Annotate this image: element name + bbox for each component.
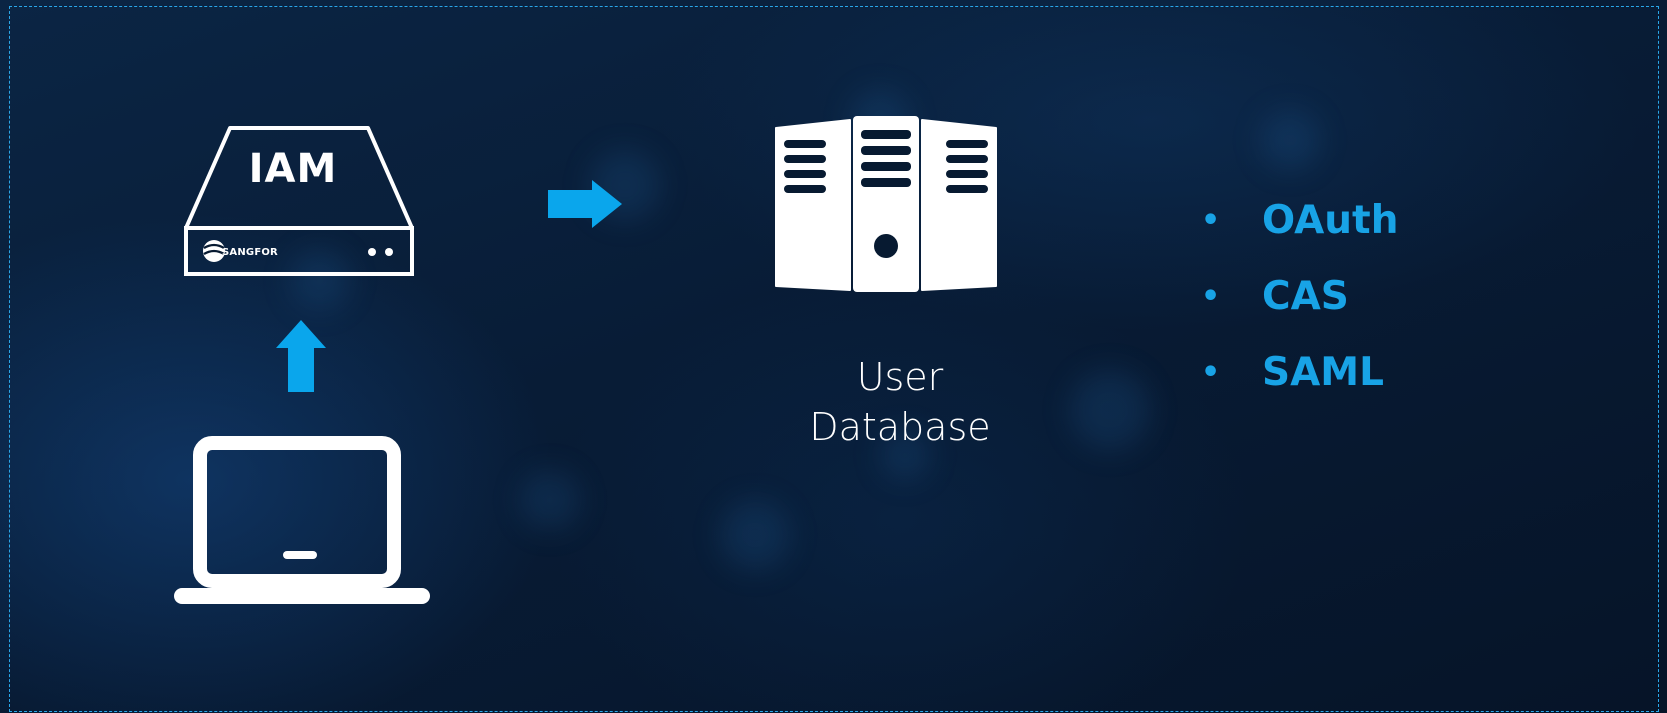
protocol-item-oauth: • OAuth (1195, 195, 1398, 271)
protocol-label: CAS (1262, 274, 1349, 319)
laptop-icon (174, 436, 430, 604)
protocol-label: OAuth (1262, 198, 1399, 243)
arrow-up-icon (276, 320, 326, 392)
background-bokeh (520, 470, 580, 530)
arrow-right-icon (548, 180, 622, 228)
bullet-icon: • (1201, 279, 1221, 314)
database-label: User Database (760, 352, 1040, 452)
status-led-icon (368, 248, 376, 256)
background-bokeh (720, 500, 790, 570)
status-led-icon (385, 248, 393, 256)
iam-label: IAM (248, 146, 338, 192)
protocol-item-cas: • CAS (1195, 271, 1398, 347)
background-bokeh (1260, 110, 1320, 170)
database-label-line2: Database (809, 405, 991, 449)
protocol-label: SAML (1262, 350, 1384, 395)
database-label-line1: User (856, 355, 944, 399)
brand-label: SANGFOR (222, 247, 278, 258)
bullet-icon: • (1201, 203, 1221, 238)
database-server-icon (775, 116, 997, 292)
background-bokeh (1070, 370, 1150, 450)
bullet-icon: • (1201, 355, 1221, 390)
protocol-list: • OAuth • CAS • SAML (1195, 195, 1398, 423)
protocol-item-saml: • SAML (1195, 347, 1398, 423)
